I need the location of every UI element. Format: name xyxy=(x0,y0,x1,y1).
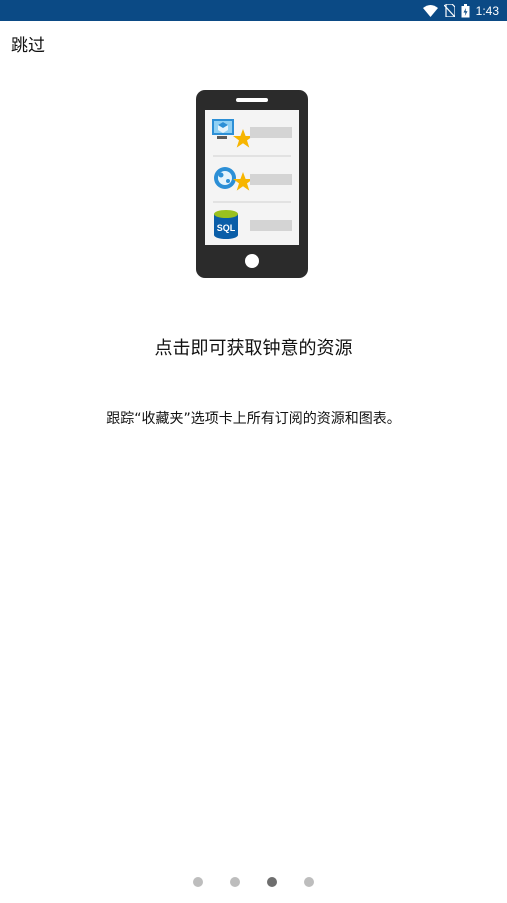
no-sim-icon xyxy=(443,4,455,17)
page-description: 跟踪“收藏夹”选项卡上所有订阅的资源和图表。 xyxy=(106,411,401,427)
phone-speaker xyxy=(236,98,268,102)
row-1-placeholder xyxy=(250,127,292,138)
status-icons xyxy=(422,3,470,18)
phone-home-button xyxy=(245,254,259,268)
page-dot-1[interactable] xyxy=(193,877,203,887)
sql-label: SQL xyxy=(217,223,236,233)
phone-illustration: SQL xyxy=(196,90,308,278)
row-3-placeholder xyxy=(250,220,292,231)
page-title: 点击即可获取钟意的资源 xyxy=(154,338,353,359)
page-dot-3-active[interactable] xyxy=(267,877,277,887)
status-time: 1:43 xyxy=(475,3,499,18)
page-indicator xyxy=(0,877,507,887)
sql-database-icon: SQL xyxy=(214,210,238,239)
page-dot-4[interactable] xyxy=(304,877,314,887)
wifi-icon xyxy=(422,4,438,17)
row-2-placeholder xyxy=(250,174,292,185)
page-dot-2[interactable] xyxy=(230,877,240,887)
status-bar: 1:43 xyxy=(0,0,507,21)
battery-icon xyxy=(461,3,470,17)
skip-button[interactable]: 跳过 xyxy=(11,31,45,56)
